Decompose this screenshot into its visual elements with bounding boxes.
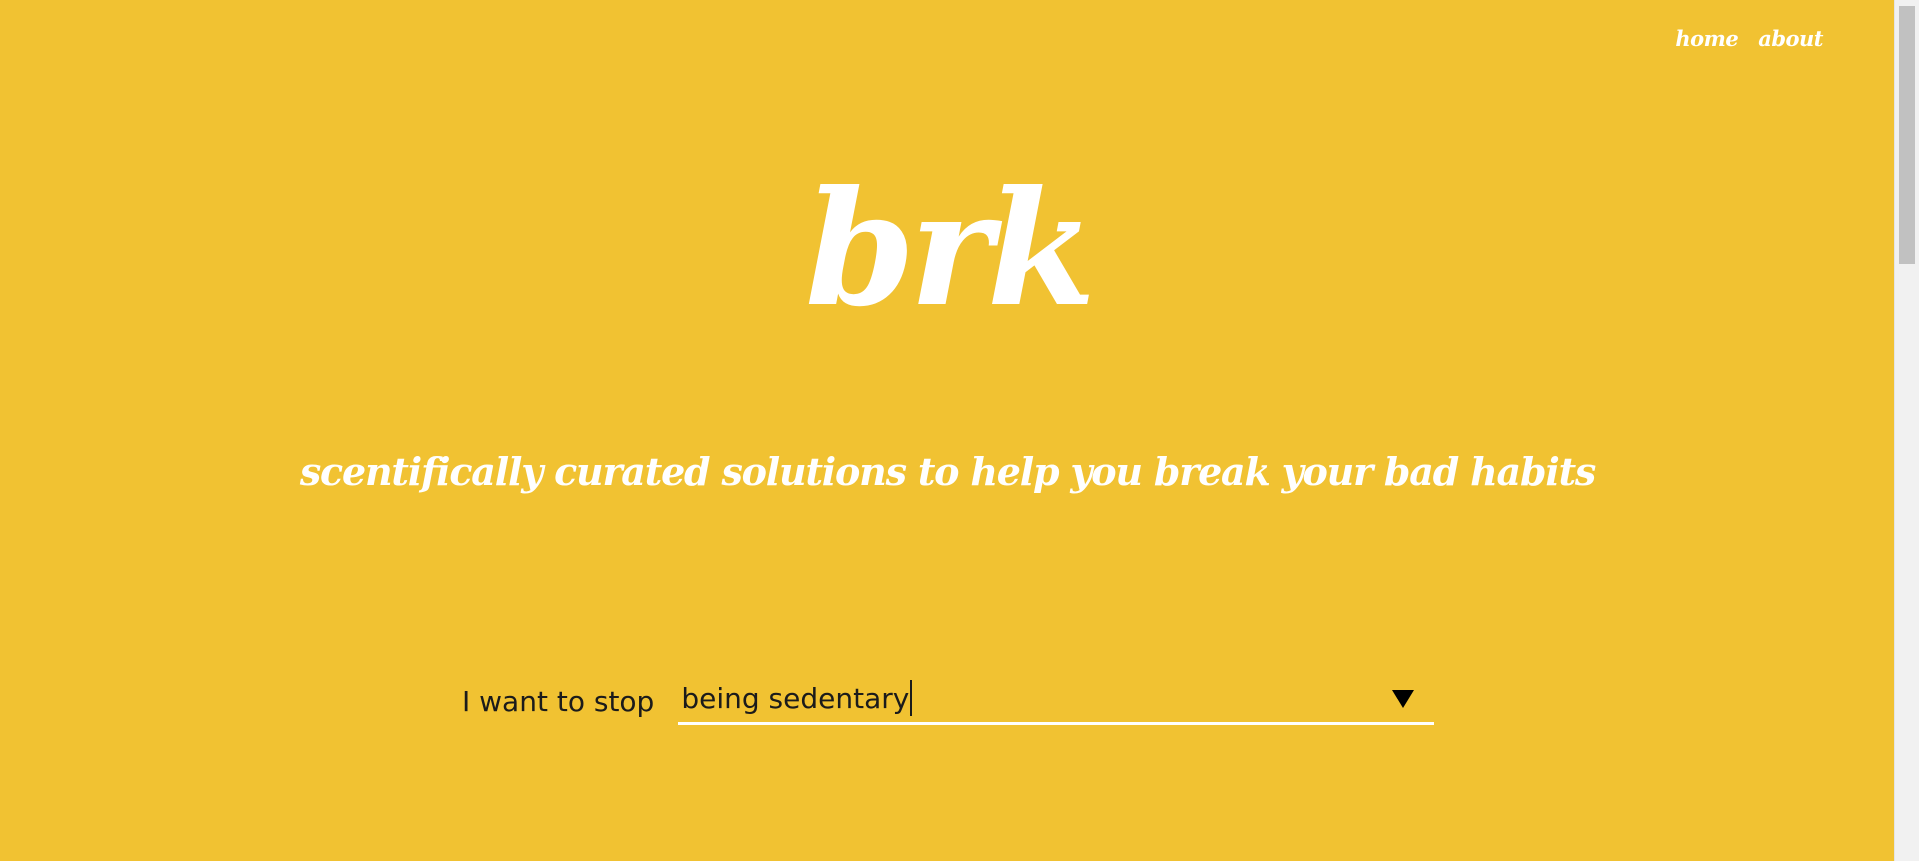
dropdown-arrow-icon[interactable] <box>1392 690 1415 708</box>
text-caret <box>910 680 913 716</box>
vertical-scrollbar[interactable] <box>1894 0 1919 861</box>
habit-input-value: being sedentary <box>681 682 910 715</box>
main-content: home about brk scentifically curated sol… <box>0 0 1895 861</box>
habit-form-label: I want to stop <box>462 685 655 718</box>
nav-about-link[interactable]: about <box>1758 26 1823 51</box>
habit-input[interactable]: being sedentary <box>681 676 913 722</box>
top-nav: home about <box>1675 26 1823 51</box>
habit-combobox[interactable]: being sedentary <box>678 676 1435 725</box>
page: home about brk scentifically curated sol… <box>0 0 1919 861</box>
nav-home-link[interactable]: home <box>1675 26 1738 51</box>
scrollbar-thumb[interactable] <box>1899 6 1915 264</box>
habit-form: I want to stop being sedentary <box>462 676 1435 725</box>
logo: brk <box>804 157 1096 342</box>
tagline: scentifically curated solutions to help … <box>299 449 1596 494</box>
